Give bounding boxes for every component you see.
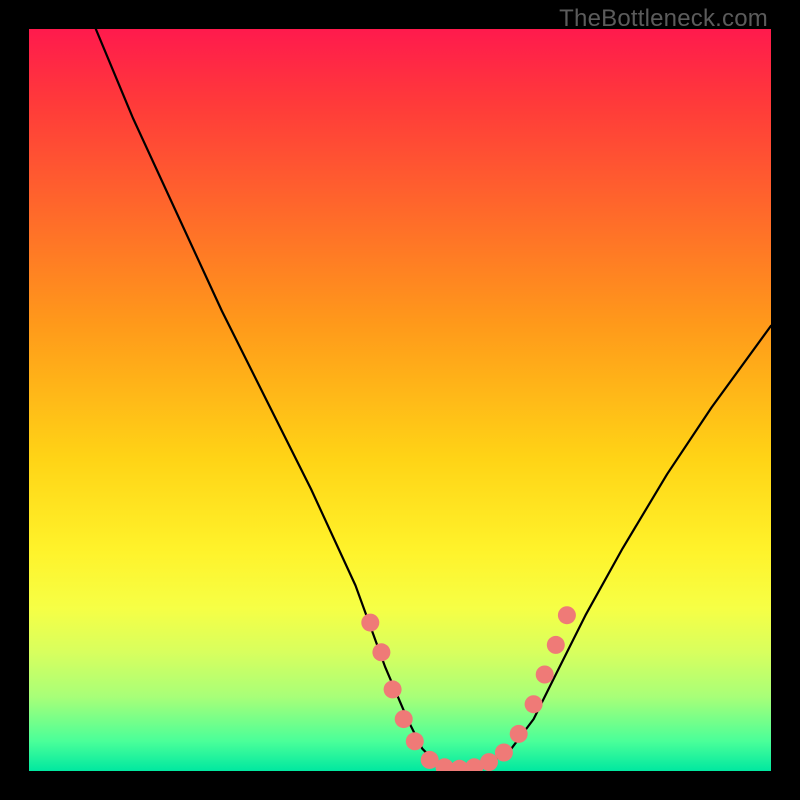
highlight-dot	[465, 758, 483, 771]
highlight-dot	[384, 680, 402, 698]
highlight-dot	[547, 636, 565, 654]
chart-frame: TheBottleneck.com	[0, 0, 800, 800]
highlight-dot	[450, 760, 468, 771]
highlight-dot	[436, 758, 454, 771]
highlight-dot	[510, 725, 528, 743]
watermark-text: TheBottleneck.com	[559, 5, 768, 33]
highlight-dot	[558, 606, 576, 624]
highlight-dot	[372, 643, 390, 661]
highlight-dot	[395, 710, 413, 728]
highlight-dot	[421, 751, 439, 769]
highlight-dot	[495, 744, 513, 762]
highlight-dot	[480, 753, 498, 771]
highlight-dot	[536, 666, 554, 684]
highlight-dot	[361, 614, 379, 632]
bottleneck-curve	[29, 29, 771, 771]
highlight-dot	[406, 732, 424, 750]
highlight-dot	[525, 695, 543, 713]
plot-area	[29, 29, 771, 771]
